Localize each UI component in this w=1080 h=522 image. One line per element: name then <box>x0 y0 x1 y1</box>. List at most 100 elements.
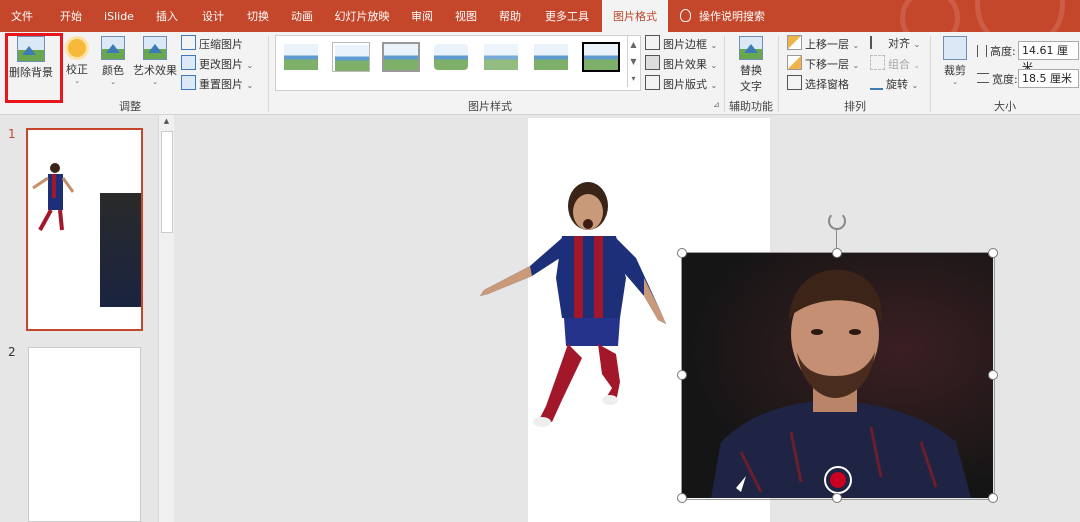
group-label-size: 大小 <box>994 100 1016 113</box>
tab-help[interactable]: 帮助 <box>490 0 530 32</box>
chevron-down-icon: ⌄ <box>913 40 921 49</box>
remove-background-highlight <box>5 33 63 103</box>
resize-handle-bottom-right[interactable] <box>988 493 998 503</box>
rotate-handle-icon[interactable] <box>828 212 846 230</box>
tab-picture-format[interactable]: 图片格式 <box>602 0 668 32</box>
width-input[interactable]: 18.5 厘米 <box>1018 69 1079 88</box>
group-separator <box>268 36 269 112</box>
corrections-button[interactable]: 校正 ⌄ <box>62 36 92 85</box>
tab-insert[interactable]: 插入 <box>146 0 188 32</box>
send-backward-button[interactable]: 下移一层 ⌄ <box>787 55 859 72</box>
portrait-thumbnail <box>100 193 141 307</box>
slide-thumbnails-pane: 1 2 <box>0 115 176 522</box>
tab-transitions[interactable]: 切换 <box>238 0 278 32</box>
tab-bar-decoration <box>975 0 1065 32</box>
tab-animations[interactable]: 动画 <box>282 0 322 32</box>
chevron-down-icon: ⌄ <box>246 61 254 70</box>
color-icon <box>101 36 125 60</box>
group-objects-button[interactable]: 组合 ⌄ <box>870 55 920 72</box>
change-picture-icon <box>181 55 196 70</box>
slide-number: 1 <box>8 127 16 141</box>
artistic-effects-button[interactable]: 艺术效果 ⌄ <box>132 36 178 86</box>
chevron-down-icon: ⌄ <box>710 81 718 90</box>
align-icon <box>870 36 885 49</box>
selection-pane-button[interactable]: 选择窗格 <box>787 75 849 92</box>
bring-forward-button[interactable]: 上移一层 ⌄ <box>787 35 859 52</box>
picture-effects-button[interactable]: 图片效果 ⌄ <box>645 55 717 72</box>
alt-text-icon <box>739 36 763 60</box>
chevron-down-icon: ⌄ <box>246 81 254 90</box>
slide-thumbnail-1[interactable] <box>26 128 143 331</box>
gallery-scroll-up[interactable]: ▲ <box>627 36 639 53</box>
reset-picture-button[interactable]: 重置图片 ⌄ <box>181 75 253 92</box>
style-thumbnail[interactable] <box>432 42 470 72</box>
messi-cutout-image[interactable] <box>470 178 680 434</box>
picture-layout-button[interactable]: 图片版式 ⌄ <box>645 75 717 92</box>
dialog-launcher-icon[interactable]: ⊿ <box>713 100 720 109</box>
width-label: 宽度: <box>977 71 1018 87</box>
align-button[interactable]: 对齐 ⌄ <box>870 35 920 52</box>
change-picture-button[interactable]: 更改图片 ⌄ <box>181 55 253 72</box>
rotate-handle-stem <box>836 228 837 250</box>
style-thumbnail[interactable] <box>332 42 370 72</box>
scroll-up-arrow[interactable]: ▲ <box>159 115 174 127</box>
picture-border-button[interactable]: 图片边框 ⌄ <box>645 35 717 52</box>
rotate-button[interactable]: 旋转 ⌄ <box>870 75 918 92</box>
resize-handle-bottom[interactable] <box>832 493 842 503</box>
group-separator <box>724 36 725 112</box>
style-thumbnail[interactable] <box>382 42 420 72</box>
height-label: 高度: <box>977 43 1016 59</box>
style-thumbnail-selected[interactable] <box>582 42 620 72</box>
tab-more-tools[interactable]: 更多工具 <box>536 0 598 32</box>
gallery-scroll-down[interactable]: ▼ <box>627 53 639 70</box>
style-thumbnail[interactable] <box>532 42 570 72</box>
thumbnails-scrollbar[interactable]: ▲ <box>158 115 174 522</box>
ribbon-tabs: 文件 开始 iSlide 插入 设计 切换 动画 幻灯片放映 审阅 视图 帮助 … <box>0 0 1080 32</box>
resize-handle-bottom-left[interactable] <box>677 493 687 503</box>
reset-picture-icon <box>181 75 196 90</box>
resize-handle-top-left[interactable] <box>677 248 687 258</box>
chevron-down-icon: ⌄ <box>913 61 921 70</box>
group-separator <box>930 36 931 112</box>
send-backward-icon <box>787 55 802 70</box>
lightbulb-icon <box>680 9 691 22</box>
resize-handle-right[interactable] <box>988 370 998 380</box>
chevron-down-icon: ⌄ <box>74 77 80 85</box>
alt-text-button[interactable]: 替换 文字 <box>733 36 769 94</box>
chevron-down-icon: ⌄ <box>710 61 718 70</box>
color-button[interactable]: 颜色 ⌄ <box>98 36 128 86</box>
chevron-down-icon: ⌄ <box>710 41 718 50</box>
compress-icon <box>181 35 196 50</box>
resize-handle-top-right[interactable] <box>988 248 998 258</box>
selection-border <box>681 252 995 500</box>
tab-design[interactable]: 设计 <box>193 0 233 32</box>
slide-thumbnail-2[interactable] <box>28 347 141 522</box>
tab-file[interactable]: 文件 <box>0 0 44 32</box>
resize-handle-left[interactable] <box>677 370 687 380</box>
height-input[interactable]: 14.61 厘米 <box>1018 41 1079 74</box>
tab-islide[interactable]: iSlide <box>96 0 142 32</box>
tab-view[interactable]: 视图 <box>446 0 486 32</box>
height-icon <box>977 45 987 57</box>
crop-icon <box>943 36 967 60</box>
group-label-accessibility: 辅助功能 <box>729 100 773 113</box>
resize-handle-top[interactable] <box>832 248 842 258</box>
crop-button[interactable]: 裁剪 ⌄ <box>937 36 973 86</box>
style-thumbnail[interactable] <box>282 42 320 72</box>
compress-pictures-button[interactable]: 压缩图片 <box>181 35 243 52</box>
tab-review[interactable]: 审阅 <box>402 0 442 32</box>
tell-me-search[interactable]: 操作说明搜索 <box>680 0 765 32</box>
ribbon-picture-format: 删除背景 校正 ⌄ 颜色 ⌄ 艺术效果 ⌄ 压缩图片 更改图片 ⌄ 重置图片 ⌄… <box>0 32 1080 115</box>
rotate-icon <box>870 75 883 90</box>
group-icon <box>870 55 885 70</box>
style-thumbnail[interactable] <box>482 42 520 72</box>
scroll-thumb[interactable] <box>161 131 173 233</box>
width-icon <box>977 73 989 83</box>
tab-slideshow[interactable]: 幻灯片放映 <box>327 0 397 32</box>
group-label-arrange: 排列 <box>844 100 866 113</box>
tab-home[interactable]: 开始 <box>50 0 92 32</box>
tab-bar-decoration <box>900 0 960 32</box>
chevron-down-icon: ⌄ <box>911 81 919 90</box>
group-label-picture-styles: 图片样式 <box>468 100 512 113</box>
gallery-more-button[interactable]: ▾ <box>627 70 639 87</box>
